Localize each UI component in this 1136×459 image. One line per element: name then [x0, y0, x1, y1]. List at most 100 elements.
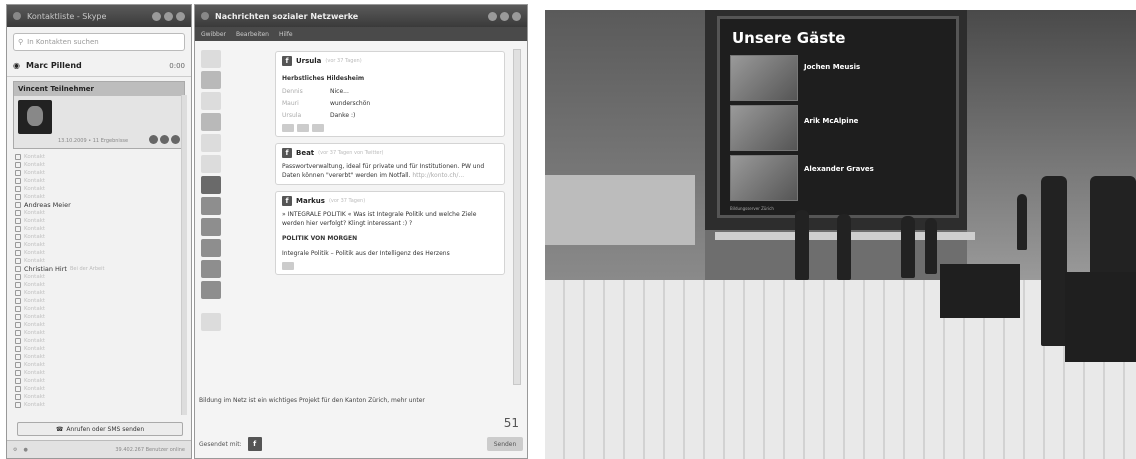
contact-list-item[interactable]: Kontakt — [15, 321, 183, 329]
video-call-icon[interactable] — [149, 135, 158, 144]
contact-list-item[interactable]: Kontakt — [15, 353, 183, 361]
contact-status-icon — [15, 194, 21, 200]
contact-list-item[interactable]: Kontakt — [15, 385, 183, 393]
contact-list-item[interactable]: Kontakt — [15, 305, 183, 313]
window-controls — [152, 11, 185, 21]
phone-stream-icon[interactable] — [201, 260, 221, 278]
contact-list-item[interactable]: Kontakt — [15, 401, 183, 409]
contact-list-item[interactable]: Kontakt — [15, 297, 183, 305]
contact-list-item[interactable]: Kontakt — [15, 185, 183, 193]
links-stream-icon[interactable] — [201, 134, 221, 152]
contact-list-scrollbar[interactable] — [181, 95, 187, 415]
contact-list-item[interactable]: Kontakt — [15, 281, 183, 289]
contact-list-item[interactable]: Kontakt — [15, 193, 183, 201]
reply-icon[interactable] — [282, 262, 294, 270]
contact-list-item[interactable]: Kontakt — [15, 153, 183, 161]
virtual-world-scene[interactable]: Unsere Gäste Jochen Meusis Arik McAlpine… — [545, 10, 1136, 459]
contact-list-item[interactable]: Kontakt — [15, 177, 183, 185]
feed-post[interactable]: f Ursula (vor 37 Tagen) Herbstliches Hil… — [275, 51, 505, 137]
maximize-icon[interactable] — [500, 11, 509, 21]
contact-list-item[interactable]: Kontakt — [15, 377, 183, 385]
messages-stream-icon[interactable] — [201, 71, 221, 89]
window-menu-icon[interactable] — [201, 12, 209, 20]
contact-list-item[interactable]: Kontakt — [15, 233, 183, 241]
comment-author: Dennis — [282, 88, 303, 95]
avatar-figure[interactable] — [1041, 176, 1067, 346]
contact-list-item[interactable]: Kontakt — [15, 169, 183, 177]
contact-list-item[interactable]: Kontakt — [15, 369, 183, 377]
contact-list-item[interactable]: Kontakt — [15, 217, 183, 225]
settings-icon[interactable]: ⚙ — [13, 447, 17, 453]
send-button[interactable]: Senden — [487, 437, 523, 451]
facebook-icon: f — [282, 56, 292, 66]
avatar-figure[interactable] — [925, 218, 937, 274]
contact-name: Kontakt — [24, 322, 46, 328]
contact-list-item[interactable]: Kontakt — [15, 289, 183, 297]
avatar-figure[interactable] — [837, 214, 851, 280]
feed-scrollbar[interactable] — [513, 49, 521, 385]
images-stream-icon[interactable] — [201, 113, 221, 131]
own-user-row[interactable]: ◉ Marc Pillend 0:00 — [7, 55, 191, 77]
credit-display: 0:00 — [169, 61, 185, 70]
contact-list-item[interactable]: Kontakt — [15, 161, 183, 169]
contact-list-item[interactable]: Kontakt — [15, 313, 183, 321]
retweet-icon[interactable] — [297, 124, 309, 132]
contact-list-item[interactable]: Kontakt — [15, 257, 183, 265]
search-icon[interactable] — [201, 313, 221, 331]
contact-status-icon — [15, 162, 21, 168]
contact-status-icon — [15, 218, 21, 224]
minimize-icon[interactable] — [152, 11, 161, 21]
menu-item-help[interactable]: Hilfe — [279, 31, 293, 38]
contact-list-item[interactable]: Andreas Meier — [15, 201, 183, 209]
warning-stream-icon[interactable] — [201, 281, 221, 299]
contact-search-input[interactable]: ⚲ In Kontakten suchen — [13, 33, 185, 51]
avatar-figure[interactable] — [901, 216, 915, 278]
facebook-account-icon[interactable]: f — [247, 437, 262, 451]
maximize-icon[interactable] — [164, 11, 173, 21]
feed-post[interactable]: f Beat (vor 37 Tagen von Twitter) Passwo… — [275, 143, 505, 185]
contact-list-item[interactable]: Kontakt — [15, 393, 183, 401]
contact-list-item[interactable]: Kontakt — [15, 225, 183, 233]
facebook-stream-icon[interactable] — [201, 176, 221, 194]
contact-list-item[interactable]: Kontakt — [15, 249, 183, 257]
compose-input[interactable]: Bildung im Netz ist ein wichtiges Projek… — [199, 397, 523, 433]
screen-footer: Bildungsserver Zürich — [730, 206, 774, 211]
add-contact-icon[interactable]: ● — [23, 447, 27, 453]
avatar-figure[interactable] — [795, 210, 809, 280]
contact-status-icon — [15, 226, 21, 232]
feed-post[interactable]: f Markus (vor 37 Tagen) » INTEGRALE POLI… — [275, 191, 505, 275]
contact-status-icon — [15, 290, 21, 296]
contact-list-item[interactable]: Kontakt — [15, 329, 183, 337]
videos-stream-icon[interactable] — [201, 155, 221, 173]
contact-list-item[interactable]: Christian Hirt Bei der Arbeit — [15, 265, 183, 273]
call-sms-button[interactable]: ☎ Anrufen oder SMS senden — [17, 422, 183, 436]
contact-status-icon — [15, 306, 21, 312]
like-icon[interactable] — [312, 124, 324, 132]
contact-list-item[interactable]: Kontakt — [15, 209, 183, 217]
chat-icon[interactable] — [160, 135, 169, 144]
replies-stream-icon[interactable] — [201, 92, 221, 110]
minimize-icon[interactable] — [488, 11, 497, 21]
contact-list-item[interactable]: Kontakt — [15, 345, 183, 353]
menu-item-edit[interactable]: Bearbeiten — [236, 31, 269, 38]
home-stream-icon[interactable] — [201, 50, 221, 68]
contact-list-item[interactable]: Kontakt — [15, 337, 183, 345]
mail-stream-icon[interactable] — [201, 218, 221, 236]
window-menu-icon[interactable] — [13, 12, 21, 20]
chat-stream-icon[interactable] — [201, 239, 221, 257]
close-icon[interactable] — [512, 11, 521, 21]
contact-name: Kontakt — [24, 234, 46, 240]
close-icon[interactable] — [176, 11, 185, 21]
avatar-figure[interactable] — [1017, 194, 1027, 250]
contact-list-item[interactable]: Kontakt — [15, 241, 183, 249]
post-link[interactable]: http://konto.ch/... — [412, 172, 464, 179]
call-icon[interactable] — [171, 135, 180, 144]
account-stream-icon[interactable] — [201, 197, 221, 215]
contact-list-item[interactable]: Kontakt — [15, 273, 183, 281]
contact-list-item[interactable]: Kontakt — [15, 361, 183, 369]
selected-contact-card[interactable]: Vincent Teilnehmer 13.10.2009 • 11 Ergeb… — [13, 81, 185, 149]
reply-icon[interactable] — [282, 124, 294, 132]
contact-status-icon — [15, 370, 21, 376]
menu-item-gwibber[interactable]: Gwibber — [201, 31, 226, 38]
contact-name: Kontakt — [24, 274, 46, 280]
